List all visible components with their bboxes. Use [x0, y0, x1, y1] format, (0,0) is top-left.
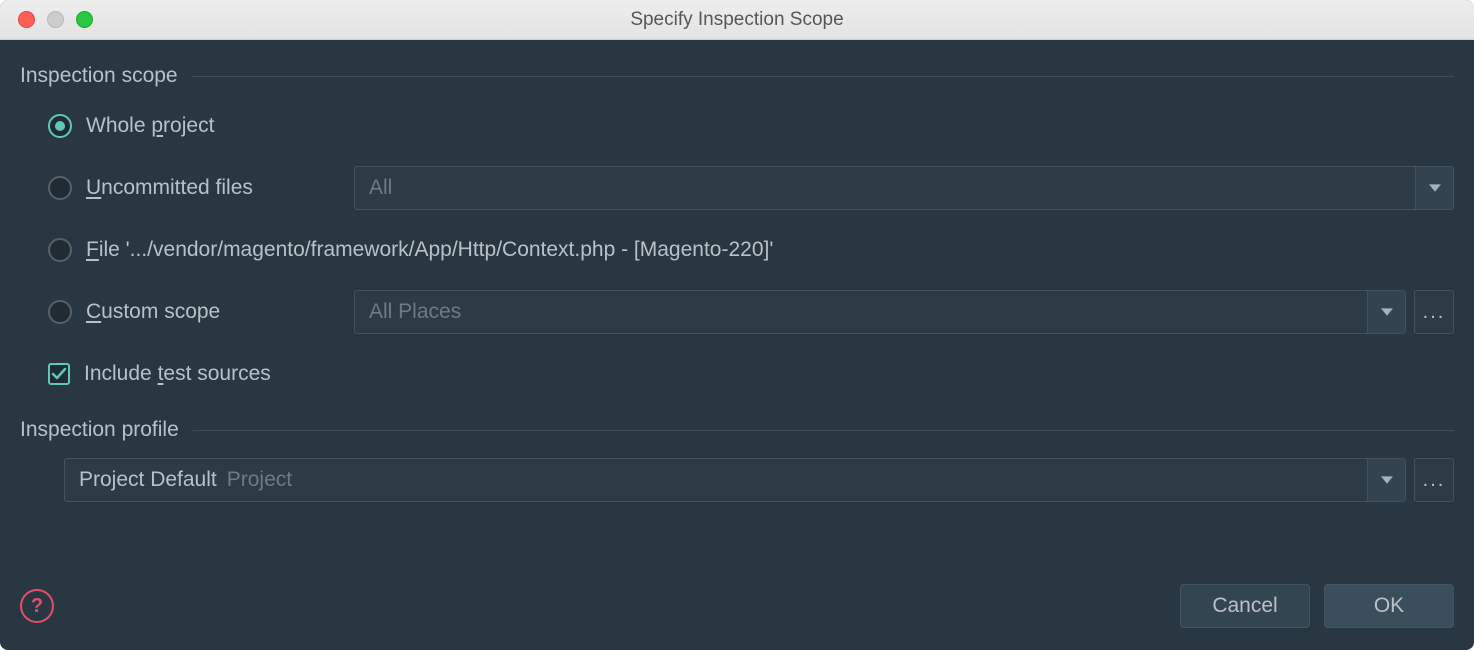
dialog-content: Inspection scope Whole project Uncommitt…	[0, 40, 1474, 572]
scope-options: Whole project Uncommitted files All	[20, 104, 1454, 396]
scope-section-label: Inspection scope	[20, 64, 178, 88]
uncommitted-files-dropdown[interactable]: All	[354, 166, 1454, 210]
window-close-button[interactable]	[18, 11, 35, 28]
checkbox-icon	[48, 363, 70, 385]
include-test-sources-option[interactable]: Include test sources	[48, 352, 1454, 396]
option-label: File '.../vendor/magento/framework/App/H…	[86, 238, 773, 262]
cancel-button[interactable]: Cancel	[1180, 584, 1310, 628]
profile-row-container: Project Default Project ...	[20, 458, 1454, 502]
radio-icon	[48, 300, 72, 324]
scope-option-custom[interactable]: Custom scope All Places ...	[48, 290, 1454, 334]
custom-scope-more-button[interactable]: ...	[1414, 290, 1454, 334]
option-label: Whole project	[86, 114, 214, 138]
scope-option-uncommitted[interactable]: Uncommitted files All	[48, 166, 1454, 210]
radio-icon	[48, 114, 72, 138]
section-divider	[192, 76, 1454, 77]
window-minimize-button[interactable]	[47, 11, 64, 28]
inspection-profile-more-button[interactable]: ...	[1414, 458, 1454, 502]
chevron-down-icon	[1367, 459, 1405, 501]
custom-scope-dropdown[interactable]: All Places	[354, 290, 1406, 334]
option-label: Include test sources	[84, 362, 271, 386]
section-divider	[193, 430, 1454, 431]
scope-option-file[interactable]: File '.../vendor/magento/framework/App/H…	[48, 228, 1454, 272]
scope-section-header: Inspection scope	[20, 64, 1454, 88]
scope-option-whole-project[interactable]: Whole project	[48, 104, 1454, 148]
chevron-down-icon	[1415, 167, 1453, 209]
dropdown-value: All Places	[369, 300, 461, 324]
inspection-profile-dropdown[interactable]: Project Default Project	[64, 458, 1406, 502]
option-label: Uncommitted files	[86, 176, 253, 200]
ok-button[interactable]: OK	[1324, 584, 1454, 628]
dialog-footer: ? Cancel OK	[0, 572, 1474, 650]
dialog-window: Specify Inspection Scope Inspection scop…	[0, 0, 1474, 650]
window-zoom-button[interactable]	[76, 11, 93, 28]
help-button[interactable]: ?	[20, 589, 54, 623]
option-label: Custom scope	[86, 300, 220, 324]
dialog-title: Specify Inspection Scope	[0, 9, 1474, 31]
window-controls	[0, 11, 93, 28]
radio-icon	[48, 176, 72, 200]
dropdown-value-secondary: Project	[227, 468, 292, 492]
chevron-down-icon	[1367, 291, 1405, 333]
profile-section-label: Inspection profile	[20, 418, 179, 442]
radio-icon	[48, 238, 72, 262]
dropdown-value: All	[369, 176, 392, 200]
profile-section-header: Inspection profile	[20, 418, 1454, 442]
dropdown-value-primary: Project Default	[79, 468, 217, 492]
titlebar: Specify Inspection Scope	[0, 0, 1474, 40]
